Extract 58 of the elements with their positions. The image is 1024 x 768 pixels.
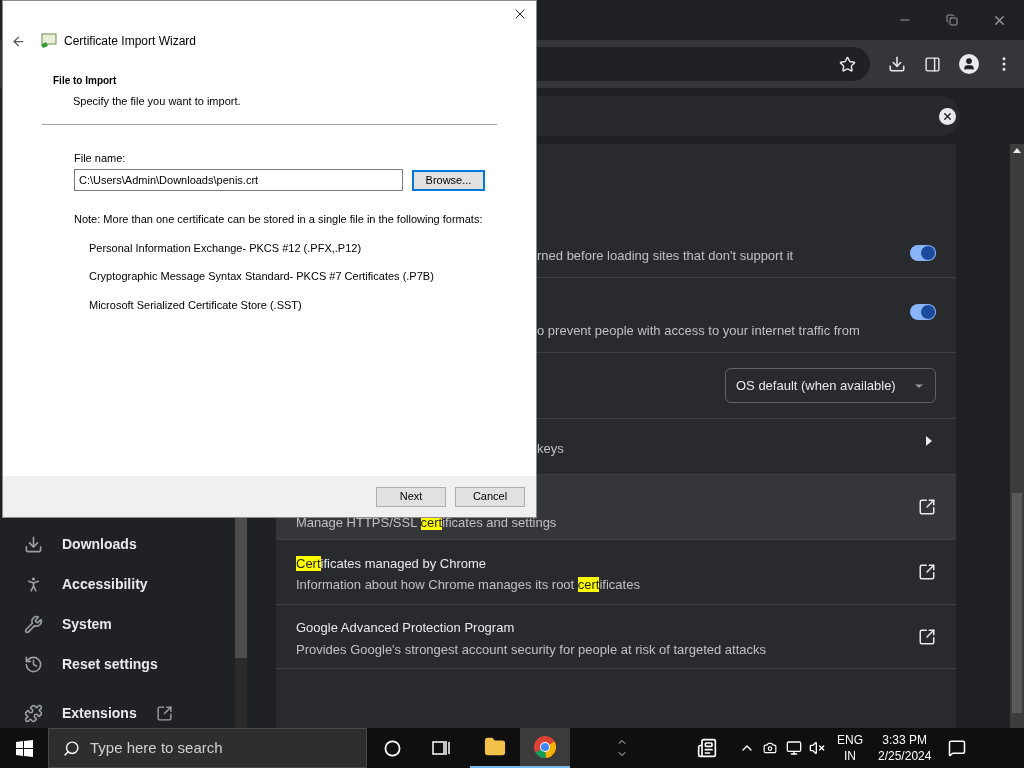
folder-icon [484, 736, 506, 758]
cortana-icon[interactable] [384, 739, 401, 757]
camera-icon[interactable] [763, 741, 777, 755]
download-icon[interactable] [888, 55, 906, 73]
back-icon[interactable] [11, 33, 26, 49]
section-heading: File to Import [53, 74, 118, 88]
volume-icon[interactable] [809, 740, 825, 756]
external-link-icon [155, 704, 173, 722]
news-icon[interactable] [697, 738, 717, 758]
setting-description: keys [537, 439, 564, 458]
file-name-field[interactable]: C:\Users\Admin\Downloads\penis.crt [74, 169, 403, 191]
browse-button[interactable]: Browse... [412, 169, 485, 191]
sidebar-icon [24, 614, 43, 634]
external-link-icon[interactable] [918, 627, 936, 646]
dialog-button[interactable]: Cancel [455, 486, 525, 507]
restore-icon[interactable] [946, 14, 958, 26]
format-item: Cryptographic Message Syntax Standard- PKCS #7 Certificates (.P7B) [89, 269, 435, 284]
profile-icon[interactable] [959, 54, 979, 74]
scrollbar-thumb[interactable] [1012, 493, 1022, 713]
sidebar-item[interactable]: Reset settings [0, 644, 235, 684]
chevron-right-icon[interactable] [926, 436, 932, 446]
setting-title: Google Advanced Protection Program [296, 619, 516, 637]
external-link-icon[interactable] [918, 498, 936, 516]
field-label: File name: [74, 150, 127, 166]
toggle-switch[interactable] [910, 245, 936, 261]
task-view-icon[interactable] [432, 740, 450, 756]
side-panel-icon[interactable] [924, 55, 941, 73]
sidebar-icon [24, 654, 43, 674]
network-icon[interactable] [786, 740, 802, 756]
language-indicator[interactable]: ENG IN [837, 732, 863, 764]
sidebar-item[interactable]: Accessibility [0, 564, 235, 604]
chrome-logo-icon [533, 735, 557, 759]
format-item: Microsoft Serialized Certificate Store (.SST) [89, 297, 303, 313]
clear-icon[interactable] [939, 107, 956, 125]
notification-icon[interactable] [948, 739, 967, 757]
toggle-switch[interactable] [910, 304, 936, 320]
sidebar-icon [24, 534, 43, 554]
certificate-icon [40, 33, 58, 49]
setting-description: Provides Google's strongest account security for people at risk of targeted attacks [296, 640, 767, 659]
setting-description: rned before loading sites that don't support it [537, 246, 794, 265]
clock[interactable]: 3:33 PM 2/25/2024 [878, 732, 932, 764]
sidebar-item[interactable]: System [0, 604, 235, 644]
star-icon[interactable] [839, 55, 856, 73]
taskbar-search-field[interactable]: Type here to search [48, 728, 367, 768]
dialog-button[interactable]: Next [376, 486, 446, 507]
sidebar-item[interactable]: Extensions [0, 693, 235, 728]
select-dropdown[interactable]: OS default (when available) [725, 368, 936, 403]
external-link-icon[interactable] [918, 563, 936, 581]
section-subheading: Specify the file you want to import. [72, 94, 242, 109]
search-icon [63, 739, 80, 757]
sidebar-item[interactable]: Downloads [0, 524, 235, 564]
taskbar-app[interactable] [520, 728, 570, 768]
setting-description: o prevent people with access to your internet traffic from [537, 321, 860, 340]
note-text: Note: More than one certificate can be stored in a single file in the following formats: [74, 212, 484, 227]
dialog-title: Certificate Import Wizard [64, 33, 197, 50]
sidebar-icon [24, 703, 43, 723]
scroll-up-icon[interactable] [1013, 148, 1021, 153]
format-item: Personal Information Exchange- PKCS #12 (.PFX,.P12) [89, 240, 363, 256]
